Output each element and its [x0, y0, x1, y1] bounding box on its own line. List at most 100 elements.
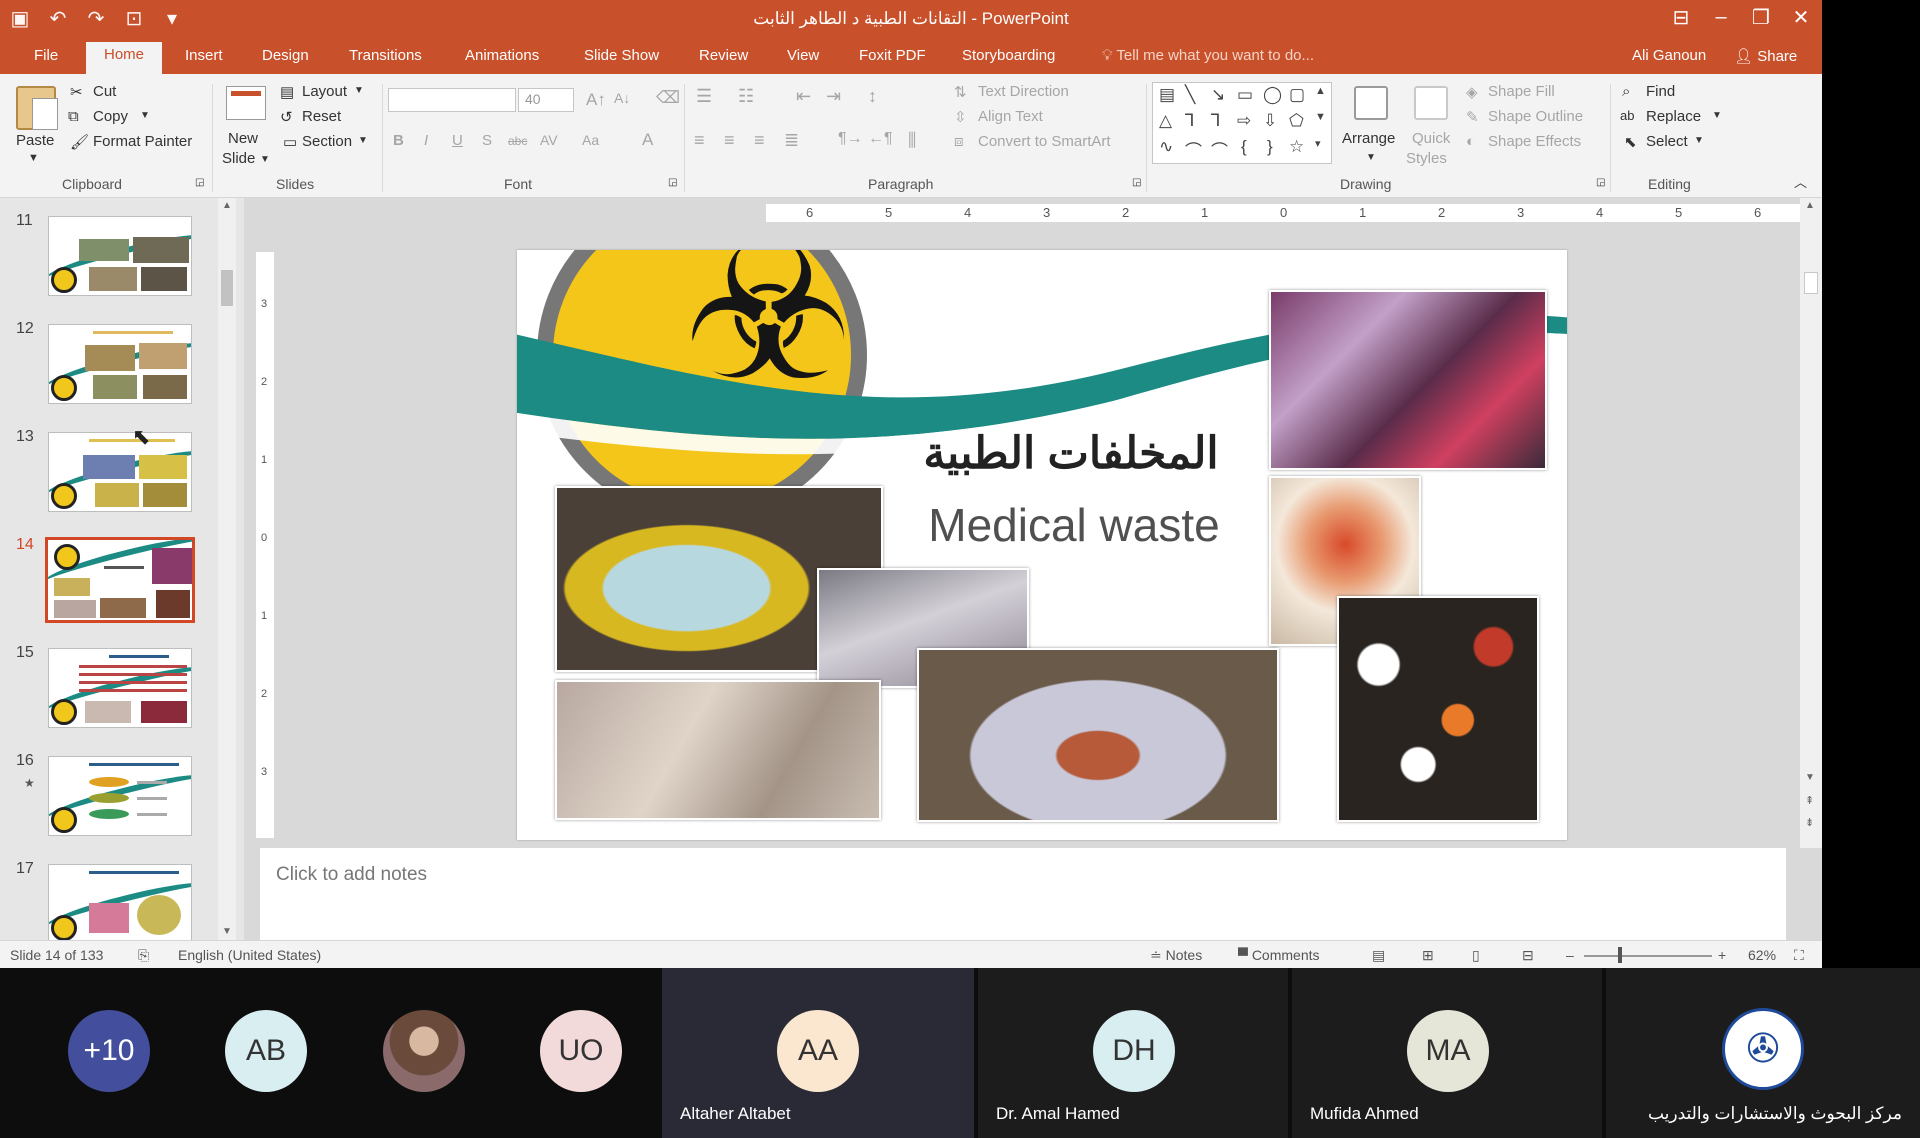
slide-arabic-title[interactable]: المخلفات الطبية	[911, 428, 1231, 479]
participant-avatar[interactable]: UO	[540, 1010, 622, 1092]
slideshow-view-icon[interactable]: ⊟	[1522, 947, 1534, 964]
shape-outline-icon[interactable]: ✎	[1466, 108, 1479, 126]
smartart-icon[interactable]: ⧈	[954, 133, 964, 150]
find-icon[interactable]: ⌕	[1622, 83, 1630, 100]
bold-icon[interactable]: B	[393, 132, 404, 149]
drawing-launcher-icon[interactable]: ◲	[1596, 177, 1605, 188]
font-name-box[interactable]	[388, 88, 516, 112]
line-shape-icon[interactable]: ╲	[1185, 85, 1195, 105]
shape-fill-button[interactable]: Shape Fill	[1488, 83, 1555, 100]
align-left-icon[interactable]: ≡	[694, 130, 705, 151]
arrange-button[interactable]: Arrange	[1342, 130, 1395, 147]
layout-button[interactable]: Layout	[302, 83, 347, 100]
strikethrough-icon[interactable]: abc	[508, 134, 527, 148]
convert-smartart-button[interactable]: Convert to SmartArt	[978, 133, 1111, 150]
section-button[interactable]: Section	[302, 133, 352, 150]
zoom-level[interactable]: 62%	[1748, 947, 1776, 963]
reading-view-icon[interactable]: ▯	[1472, 947, 1480, 964]
clipboard-launcher-icon[interactable]: ◲	[195, 177, 204, 188]
slide-title[interactable]: Medical waste	[909, 498, 1239, 552]
select-icon[interactable]: ⬉	[1624, 133, 1637, 151]
rtl-icon[interactable]: ←¶	[868, 130, 893, 148]
increase-indent-icon[interactable]: ⇥	[826, 86, 841, 107]
shapes-scroll-up-icon[interactable]: ▲	[1315, 85, 1326, 97]
shape-fill-icon[interactable]: ◈	[1466, 83, 1478, 101]
tell-me-box[interactable]: 💡︎ Tell me what you want to do...	[1102, 47, 1314, 64]
freeform-shape-icon[interactable]: ⬠	[1289, 111, 1304, 131]
tab-foxit-pdf[interactable]: Foxit PDF	[855, 47, 930, 64]
textbox-shape-icon[interactable]: ▤	[1159, 85, 1175, 105]
elbow-arrow-icon[interactable]: ⅂	[1211, 111, 1220, 131]
shape-effects-icon[interactable]: ◐	[1466, 133, 1475, 150]
overflow-participants-badge[interactable]: +10	[68, 1010, 150, 1092]
tab-slide-show[interactable]: Slide Show	[580, 47, 663, 64]
zoom-in-icon[interactable]: +	[1718, 947, 1726, 963]
ribbon-display-icon[interactable]: ⊟	[1666, 2, 1696, 32]
minimize-icon[interactable]: –	[1706, 2, 1736, 32]
reset-button[interactable]: Reset	[302, 108, 341, 125]
elbow-connector-icon[interactable]: ⅂	[1185, 111, 1194, 131]
char-spacing-icon[interactable]: AV	[540, 132, 558, 148]
layout-dropdown-icon[interactable]: ▼	[354, 85, 364, 96]
participant-avatar[interactable]: AB	[225, 1010, 307, 1092]
justify-icon[interactable]: ≣	[784, 130, 799, 151]
editor-scrollbar[interactable]: ▲ ▼ ⇞ ⇟	[1800, 198, 1822, 848]
tab-review[interactable]: Review	[695, 47, 752, 64]
thumbnails-scrollbar[interactable]: ▲ ▼	[218, 198, 236, 940]
shrink-font-icon[interactable]: A↓	[614, 90, 630, 106]
section-dropdown-icon[interactable]: ▼	[358, 135, 368, 146]
copy-button[interactable]: Copy	[93, 108, 128, 125]
down-arrow-shape-icon[interactable]: ⇩	[1263, 111, 1277, 131]
font-launcher-icon[interactable]: ◲	[668, 177, 677, 188]
oval-shape-icon[interactable]: ◯	[1263, 85, 1282, 105]
participant-tile[interactable]: ✇ مركز البحوث والاستشارات والتدريب	[1606, 968, 1920, 1138]
select-dropdown-icon[interactable]: ▼	[1694, 135, 1704, 146]
slide-thumbnail[interactable]	[48, 756, 192, 836]
slide-counter[interactable]: Slide 14 of 133	[10, 947, 103, 963]
format-painter-button[interactable]: Format Painter	[93, 133, 192, 150]
notes-pane[interactable]: Click to add notes	[260, 848, 1786, 940]
participant-photo-avatar[interactable]	[383, 1010, 465, 1092]
participant-tile[interactable]: MA Mufida Ahmed	[1292, 968, 1602, 1138]
slide-thumbnail[interactable]	[48, 864, 192, 940]
scroll-down-icon[interactable]: ▼	[222, 926, 232, 937]
arrow-line-shape-icon[interactable]: ↘	[1211, 85, 1225, 105]
zoom-slider-thumb[interactable]	[1618, 947, 1622, 963]
find-button[interactable]: Find	[1646, 83, 1675, 100]
participant-tile[interactable]: AA Altaher Altabet	[662, 968, 974, 1138]
text-direction-button[interactable]: Text Direction	[978, 83, 1069, 100]
scroll-up-icon[interactable]: ▲	[222, 200, 232, 211]
triangle-shape-icon[interactable]: △	[1159, 111, 1172, 131]
paste-button[interactable]: Paste	[16, 132, 54, 149]
italic-icon[interactable]: I	[424, 132, 428, 149]
tab-file[interactable]: File	[30, 47, 62, 64]
slide-thumbnail-selected[interactable]	[45, 537, 195, 623]
font-size-box[interactable]: 40	[518, 88, 574, 112]
decrease-indent-icon[interactable]: ⇤	[796, 86, 811, 107]
copy-dropdown-icon[interactable]: ▼	[140, 110, 150, 121]
next-slide-icon[interactable]: ⇟	[1805, 816, 1814, 829]
bullets-icon[interactable]: ☰	[696, 86, 712, 107]
notes-toggle[interactable]: ≐ Notes	[1150, 947, 1202, 964]
copy-icon[interactable]: ⧉	[68, 108, 79, 125]
scroll-down-icon[interactable]: ▼	[1805, 772, 1815, 783]
tab-design[interactable]: Design	[258, 47, 313, 64]
paste-icon[interactable]	[16, 86, 58, 130]
shape-effects-button[interactable]: Shape Effects	[1488, 133, 1581, 150]
slide-sorter-icon[interactable]: ⊞	[1422, 947, 1434, 964]
shapes-scroll-down-icon[interactable]: ▼	[1315, 111, 1326, 123]
tab-view[interactable]: View	[783, 47, 823, 64]
scroll-up-icon[interactable]: ▲	[1805, 200, 1815, 211]
slide-thumbnail[interactable]	[48, 324, 192, 404]
arc2-shape-icon[interactable]: ⌒	[1211, 137, 1228, 162]
arc-shape-icon[interactable]: ⌒	[1185, 137, 1202, 162]
reset-icon[interactable]: ↺	[280, 108, 293, 126]
fit-to-window-icon[interactable]: ⛶	[1794, 947, 1804, 964]
zoom-slider[interactable]	[1584, 955, 1712, 957]
tab-animations[interactable]: Animations	[461, 47, 543, 64]
curve-shape-icon[interactable]: ∿	[1159, 137, 1173, 157]
arrange-icon[interactable]	[1354, 86, 1388, 120]
shadow-icon[interactable]: S	[482, 132, 492, 149]
slide-thumbnail[interactable]	[48, 648, 192, 728]
section-icon[interactable]: ▭	[283, 133, 297, 151]
